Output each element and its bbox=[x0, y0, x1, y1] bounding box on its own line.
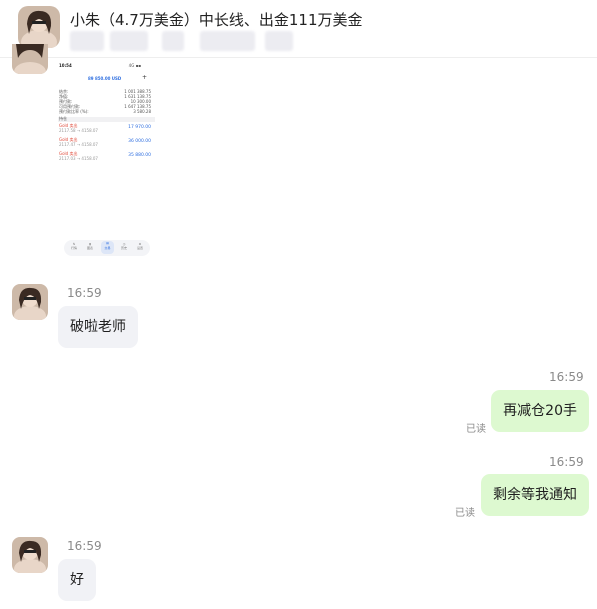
tab-chart[interactable]: ▮ 图表 bbox=[84, 242, 96, 250]
message-time: 16:59 bbox=[67, 286, 102, 300]
tab-trade[interactable]: ▤ 交易 bbox=[101, 241, 114, 254]
message-time: 16:59 bbox=[549, 370, 584, 384]
read-receipt: 已读 bbox=[466, 424, 486, 435]
message-bubble[interactable]: 再减仓20手 bbox=[491, 390, 589, 432]
tab-quotes[interactable]: ⇅ 行情 bbox=[68, 242, 80, 250]
trading-app-screenshot[interactable]: 10:54 4G ▪▪ 89 850.00 USD + 结余: 1 001 388… bbox=[58, 60, 155, 263]
bottom-tab-bar: ⇅ 行情 ▮ 图表 ▤ 交易 ◷ 历史 ⚙ 设置 bbox=[64, 240, 150, 256]
sender-avatar[interactable] bbox=[12, 44, 48, 74]
message-bubble[interactable]: 破啦老师 bbox=[58, 306, 138, 348]
tab-settings[interactable]: ⚙ 设置 bbox=[134, 242, 146, 250]
status-signal: 4G ▪▪ bbox=[128, 63, 141, 68]
position-row[interactable]: Gold 卖出 2117.03 → 4158.07 35 880.00 bbox=[58, 152, 155, 164]
sender-avatar[interactable] bbox=[12, 284, 48, 320]
status-time: 10:54 bbox=[59, 63, 72, 68]
message-time: 16:59 bbox=[549, 455, 584, 469]
contact-avatar[interactable] bbox=[18, 6, 60, 48]
read-receipt: 已读 bbox=[455, 508, 475, 519]
message-bubble[interactable]: 好 bbox=[58, 559, 96, 601]
balance-title: 89 850.00 USD bbox=[88, 76, 122, 81]
blurred-subtitle bbox=[70, 31, 310, 51]
position-row[interactable]: Gold 卖出 2117.47 → 4158.07 36 000.00 bbox=[58, 138, 155, 150]
message-time: 16:59 bbox=[67, 539, 102, 553]
positions-header: 持仓 bbox=[58, 117, 155, 122]
plus-icon: + bbox=[141, 74, 147, 81]
sender-avatar[interactable] bbox=[12, 537, 48, 573]
chat-header: 小朱（4.7万美金）中长线、出金111万美金 bbox=[0, 0, 597, 58]
tab-history[interactable]: ◷ 历史 bbox=[118, 242, 130, 250]
message-bubble[interactable]: 剩余等我通知 bbox=[481, 474, 589, 516]
position-row[interactable]: Gold 卖出 2117.58 → 4158.07 17 970.00 bbox=[58, 124, 155, 136]
chat-title: 小朱（4.7万美金）中长线、出金111万美金 bbox=[70, 11, 363, 29]
